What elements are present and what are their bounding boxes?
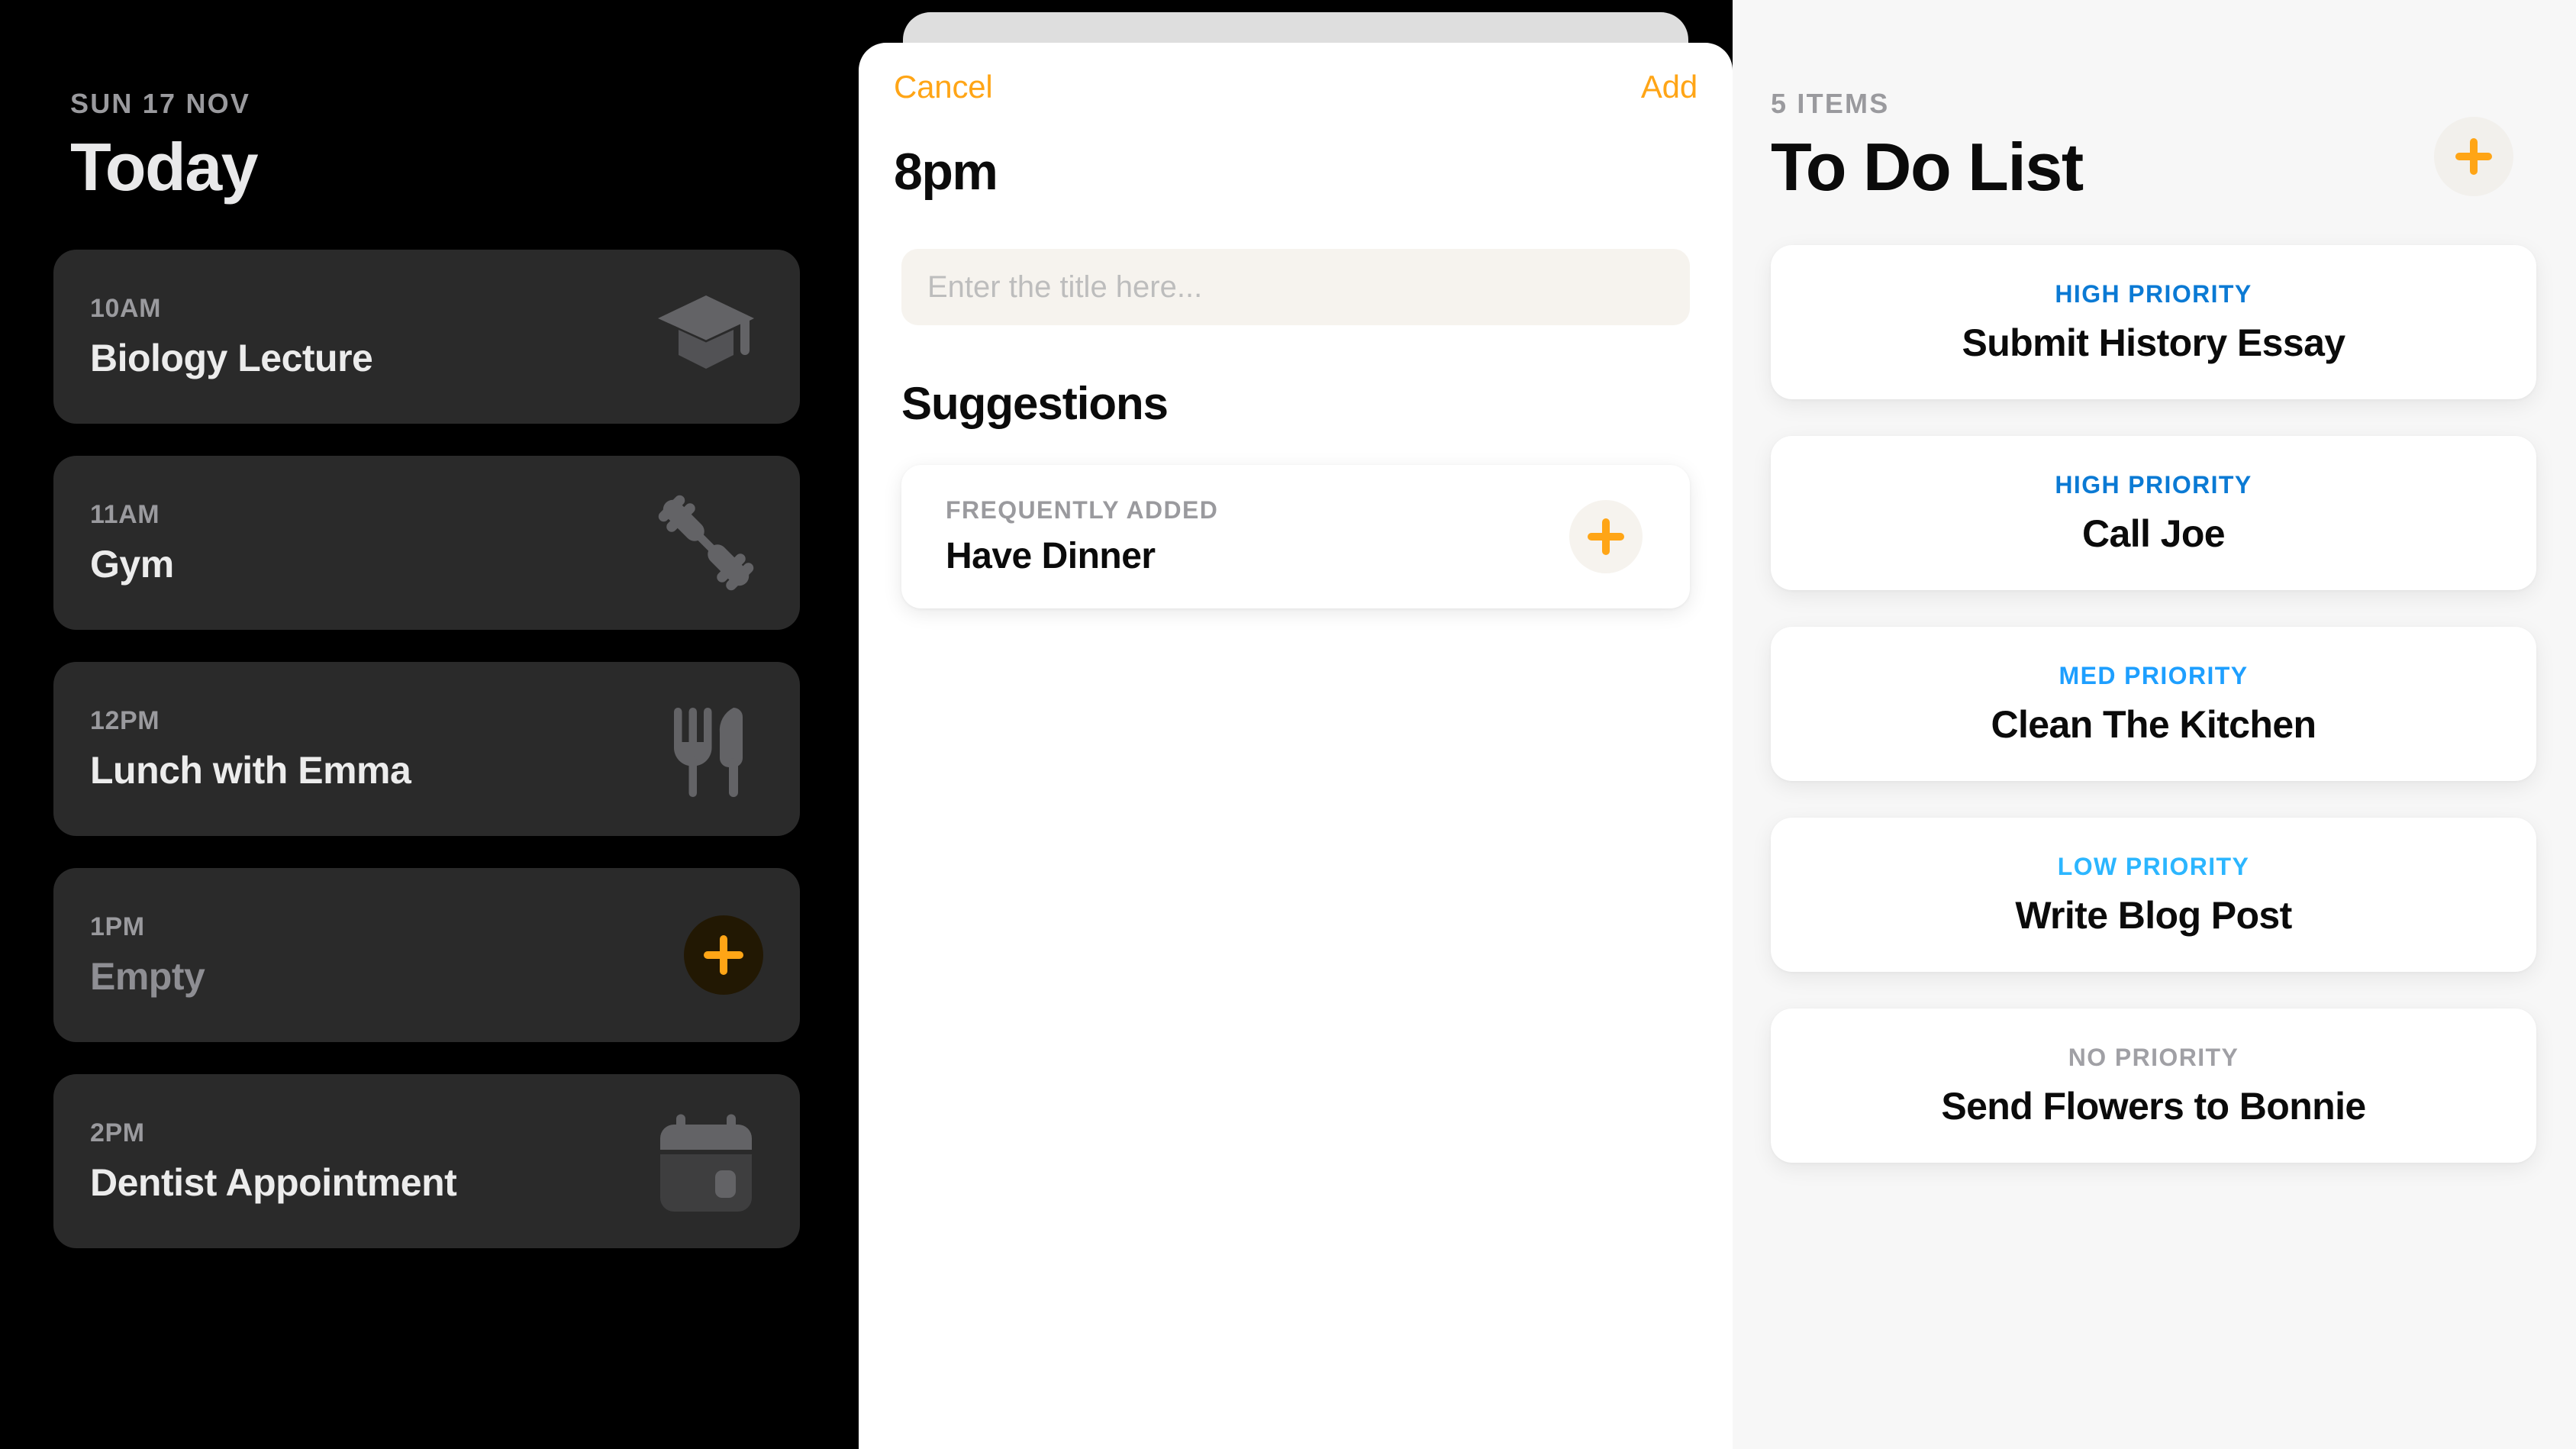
sheet-front-card: Cancel Add 8pm Suggestions FREQUENTLY AD… xyxy=(859,43,1733,1449)
event-name: Biology Lecture xyxy=(90,336,373,379)
schedule-event-list: 10AM Biology Lecture 11AM Gym 12PM Lunch… xyxy=(0,250,870,1248)
schedule-page-title: Today xyxy=(70,129,259,205)
suggestion-name: Have Dinner xyxy=(946,536,1156,576)
suggestion-card[interactable]: FREQUENTLY ADDED Have Dinner xyxy=(901,465,1690,608)
modal-hour-title: 8pm xyxy=(894,143,998,201)
event-text-block: 1PM Empty xyxy=(90,912,684,999)
schedule-date-label: SUN 17 NOV xyxy=(70,88,251,119)
event-name: Gym xyxy=(90,542,174,586)
schedule-event-card[interactable]: 10AM Biology Lecture xyxy=(53,250,800,424)
todo-item-name: Call Joe xyxy=(2082,512,2226,555)
event-name: Empty xyxy=(90,954,205,998)
event-text-block: 10AM Biology Lecture xyxy=(90,294,649,380)
calendar-icon xyxy=(649,1104,763,1218)
modal-toolbar: Cancel Add xyxy=(859,43,1733,105)
fork-knife-icon xyxy=(649,692,763,806)
suggestion-kicker: FREQUENTLY ADDED xyxy=(946,496,1219,524)
todo-priority-label: HIGH PRIORITY xyxy=(2055,470,2252,499)
add-todo-button[interactable] xyxy=(2434,117,2513,196)
cancel-button[interactable]: Cancel xyxy=(894,69,993,105)
todo-item-name: Submit History Essay xyxy=(1962,321,2345,364)
todo-item-list: HIGH PRIORITY Submit History Essay HIGH … xyxy=(1733,245,2576,1163)
todo-item-name: Send Flowers to Bonnie xyxy=(1941,1084,2366,1128)
plus-icon xyxy=(1588,518,1624,555)
event-text-block: 2PM Dentist Appointment xyxy=(90,1118,649,1205)
event-text-block: 11AM Gym xyxy=(90,500,649,586)
todo-priority-label: HIGH PRIORITY xyxy=(2055,279,2252,308)
event-time: 2PM xyxy=(90,1118,145,1147)
todo-item-count: 5 ITEMS xyxy=(1771,88,1890,119)
suggestions-heading: Suggestions xyxy=(901,378,1169,429)
event-time: 11AM xyxy=(90,499,160,529)
todo-priority-label: NO PRIORITY xyxy=(2068,1043,2239,1071)
schedule-panel: SUN 17 NOV Today 10AM Biology Lecture 11… xyxy=(0,0,870,1449)
todo-panel: 5 ITEMS To Do List HIGH PRIORITY Submit … xyxy=(1733,0,2576,1449)
plus-icon xyxy=(2455,138,2492,175)
todo-item[interactable]: NO PRIORITY Send Flowers to Bonnie xyxy=(1771,1008,2536,1163)
task-title-input[interactable] xyxy=(901,249,1690,325)
todo-priority-label: LOW PRIORITY xyxy=(2057,852,2250,880)
add-button[interactable]: Add xyxy=(1641,69,1697,105)
todo-item-name: Clean The Kitchen xyxy=(1991,702,2317,746)
schedule-event-card-empty[interactable]: 1PM Empty xyxy=(53,868,800,1042)
schedule-event-card[interactable]: 12PM Lunch with Emma xyxy=(53,662,800,836)
event-name: Lunch with Emma xyxy=(90,748,411,792)
todo-item[interactable]: LOW PRIORITY Write Blog Post xyxy=(1771,818,2536,972)
add-event-button[interactable] xyxy=(684,915,763,995)
dumbbell-icon xyxy=(649,486,763,600)
todo-header-text: 5 ITEMS To Do List xyxy=(1771,88,2084,205)
event-text-block: 12PM Lunch with Emma xyxy=(90,706,649,792)
event-time: 10AM xyxy=(90,293,162,323)
todo-item-name: Write Blog Post xyxy=(2015,893,2292,937)
todo-item[interactable]: HIGH PRIORITY Call Joe xyxy=(1771,436,2536,590)
suggestion-text-block: FREQUENTLY ADDED Have Dinner xyxy=(946,496,1569,577)
schedule-event-card[interactable]: 11AM Gym xyxy=(53,456,800,630)
event-time: 1PM xyxy=(90,912,145,941)
schedule-event-card[interactable]: 2PM Dentist Appointment xyxy=(53,1074,800,1248)
todo-item[interactable]: MED PRIORITY Clean The Kitchen xyxy=(1771,627,2536,781)
schedule-header: SUN 17 NOV Today xyxy=(0,0,870,201)
todo-page-title: To Do List xyxy=(1771,129,2084,205)
event-name: Dentist Appointment xyxy=(90,1160,457,1204)
graduation-cap-icon xyxy=(649,279,763,394)
todo-item[interactable]: HIGH PRIORITY Submit History Essay xyxy=(1771,245,2536,399)
plus-icon xyxy=(704,935,743,975)
event-time: 12PM xyxy=(90,705,160,735)
todo-priority-label: MED PRIORITY xyxy=(2059,661,2249,689)
app-root: SUN 17 NOV Today 10AM Biology Lecture 11… xyxy=(0,0,2576,1449)
todo-header: 5 ITEMS To Do List xyxy=(1733,0,2576,201)
add-suggestion-button[interactable] xyxy=(1569,500,1643,573)
add-task-modal: Cancel Add 8pm Suggestions FREQUENTLY AD… xyxy=(859,0,1733,1449)
